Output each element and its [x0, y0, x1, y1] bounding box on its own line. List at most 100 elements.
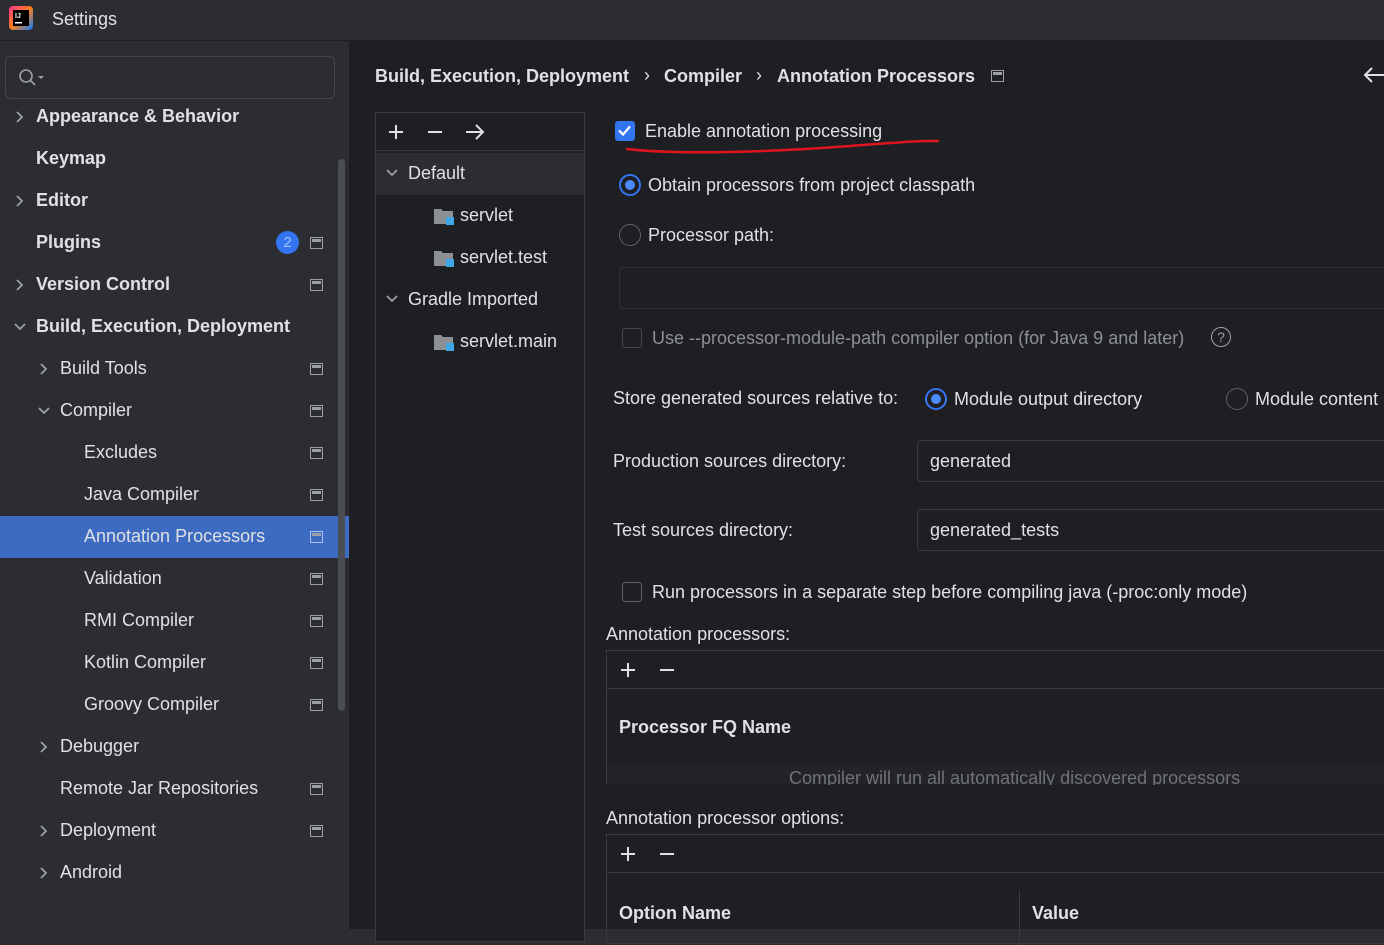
module-content-radio[interactable]: [1226, 388, 1248, 410]
project-scope-icon: [310, 615, 323, 627]
breadcrumb-item[interactable]: Build, Execution, Deployment: [375, 66, 629, 87]
module-output-directory-radio[interactable]: [925, 388, 947, 410]
test-dir-input[interactable]: generated_tests: [917, 509, 1384, 551]
run-separate-step-checkbox[interactable]: [622, 582, 642, 602]
sidebar-scrollbar[interactable]: [338, 159, 345, 711]
sidebar-item-label: Build Tools: [60, 358, 147, 378]
help-icon[interactable]: ?: [1211, 327, 1231, 347]
back-arrow-icon[interactable]: [1363, 66, 1384, 84]
run-separate-step-label[interactable]: Run processors in a separate step before…: [652, 582, 1247, 603]
sidebar-item-deployment[interactable]: Deployment: [0, 810, 349, 852]
sidebar-item-debugger[interactable]: Debugger: [0, 726, 349, 768]
chevron-right-icon[interactable]: [38, 363, 50, 375]
project-scope-icon: [310, 573, 323, 585]
remove-icon[interactable]: [659, 846, 675, 862]
sidebar-item-appearance-behavior[interactable]: Appearance & Behavior: [0, 96, 349, 138]
sidebar-item-remote-jar-repositories[interactable]: Remote Jar Repositories: [0, 768, 349, 810]
module-content-label[interactable]: Module content: [1255, 389, 1378, 410]
title-bar: IJ Settings: [0, 0, 1384, 41]
sidebar-item-android[interactable]: Android: [0, 852, 349, 894]
production-dir-input[interactable]: generated: [917, 440, 1384, 482]
remove-icon[interactable]: [427, 124, 443, 140]
add-icon[interactable]: [388, 124, 404, 140]
sidebar-item-validation[interactable]: Validation: [0, 558, 349, 600]
project-scope-icon: [310, 447, 323, 459]
modules-panel: Default servlet servlet.test Gradle Importe…: [375, 112, 585, 942]
processor-path-input[interactable]: [619, 267, 1384, 309]
modules-toolbar: [376, 113, 584, 151]
chevron-down-icon[interactable]: [38, 405, 50, 417]
main-panel: Build, Execution, Deployment › Compiler …: [350, 41, 1384, 945]
project-scope-icon: [310, 783, 323, 795]
sidebar-item-plugins[interactable]: Plugins 2: [0, 222, 349, 264]
obtain-from-classpath-label[interactable]: Obtain processors from project classpath: [648, 175, 975, 196]
use-module-path-checkbox[interactable]: [622, 328, 642, 348]
module-row[interactable]: servlet.test: [376, 237, 584, 279]
chevron-down-icon[interactable]: [386, 293, 398, 305]
sidebar-item-label: RMI Compiler: [84, 610, 195, 630]
production-dir-label: Production sources directory:: [613, 451, 847, 471]
move-right-arrow-icon[interactable]: [465, 123, 485, 141]
sidebar-item-build-tools[interactable]: Build Tools: [0, 348, 349, 390]
sidebar-item-version-control[interactable]: Version Control: [0, 264, 349, 306]
project-scope-icon: [310, 531, 323, 543]
plugins-update-badge: 2: [276, 231, 299, 254]
use-module-path-label[interactable]: Use --processor-module-path compiler opt…: [652, 328, 1184, 349]
sidebar-item-label: Excludes: [84, 442, 158, 462]
chevron-right-icon[interactable]: [14, 111, 26, 123]
chevron-right-icon[interactable]: [14, 195, 26, 207]
chevron-right-icon[interactable]: [14, 279, 26, 291]
empty-state: Compiler will run all automatically disc…: [607, 765, 1384, 785]
sidebar-item-build-execution-deployment[interactable]: Build, Execution, Deployment: [0, 306, 349, 348]
sidebar-item-rmi-compiler[interactable]: RMI Compiler: [0, 600, 349, 642]
chevron-down-icon[interactable]: [386, 167, 398, 179]
breadcrumb-separator-icon: ›: [644, 65, 650, 85]
breadcrumb-item[interactable]: Compiler: [664, 66, 742, 87]
annotation-processors-table: Processor FQ Name Compiler will run all …: [606, 650, 1384, 785]
sidebar-item-groovy-compiler[interactable]: Groovy Compiler: [0, 684, 349, 726]
add-icon[interactable]: [620, 662, 636, 678]
column-header-value[interactable]: Value: [1032, 903, 1079, 924]
project-scope-icon: [310, 657, 323, 669]
project-scope-icon: [991, 70, 1004, 82]
project-scope-icon: [310, 489, 323, 501]
sidebar-item-annotation-processors[interactable]: Annotation Processors: [0, 516, 349, 558]
sidebar-item-keymap[interactable]: Keymap: [0, 138, 349, 180]
module-output-directory-label[interactable]: Module output directory: [954, 389, 1142, 410]
sidebar-item-java-compiler[interactable]: Java Compiler: [0, 474, 349, 516]
column-divider: [1019, 890, 1020, 945]
chevron-down-icon[interactable]: [14, 321, 26, 333]
add-icon[interactable]: [620, 846, 636, 862]
sidebar-item-editor[interactable]: Editor: [0, 180, 349, 222]
sidebar-item-label: Keymap: [36, 148, 107, 168]
module-group-row[interactable]: Gradle Imported: [376, 279, 584, 321]
column-header-processor-fq-name[interactable]: Processor FQ Name: [619, 717, 791, 738]
module-row[interactable]: servlet.main: [376, 321, 584, 363]
window-title: Settings: [52, 9, 118, 29]
module-group-row[interactable]: Default: [376, 153, 584, 195]
chevron-right-icon[interactable]: [38, 825, 50, 837]
column-header-option-name[interactable]: Option Name: [619, 903, 731, 924]
module-group-label: Default: [408, 163, 466, 183]
obtain-from-classpath-radio[interactable]: [619, 174, 641, 196]
module-row[interactable]: servlet: [376, 195, 584, 237]
breadcrumb-item-current: Annotation Processors: [777, 66, 976, 86]
sidebar-item-kotlin-compiler[interactable]: Kotlin Compiler: [0, 642, 349, 684]
sidebar-item-compiler[interactable]: Compiler: [0, 390, 349, 432]
project-scope-icon: [310, 279, 323, 291]
processor-path-label[interactable]: Processor path:: [648, 225, 774, 246]
remove-icon[interactable]: [659, 662, 675, 678]
processor-path-radio[interactable]: [619, 224, 641, 246]
sidebar-item-excludes[interactable]: Excludes: [0, 432, 349, 474]
search-field[interactable]: [5, 56, 335, 99]
project-scope-icon: [310, 237, 323, 249]
module-label: servlet.test: [460, 247, 548, 267]
search-icon: [19, 69, 44, 86]
chevron-right-icon[interactable]: [38, 867, 50, 879]
project-scope-icon: [310, 405, 323, 417]
sidebar-item-label: Build, Execution, Deployment: [36, 316, 291, 336]
chevron-right-icon[interactable]: [38, 741, 50, 753]
project-scope-icon: [310, 699, 323, 711]
sidebar-item-label: Kotlin Compiler: [84, 652, 207, 672]
module-folder-icon: [433, 207, 454, 225]
